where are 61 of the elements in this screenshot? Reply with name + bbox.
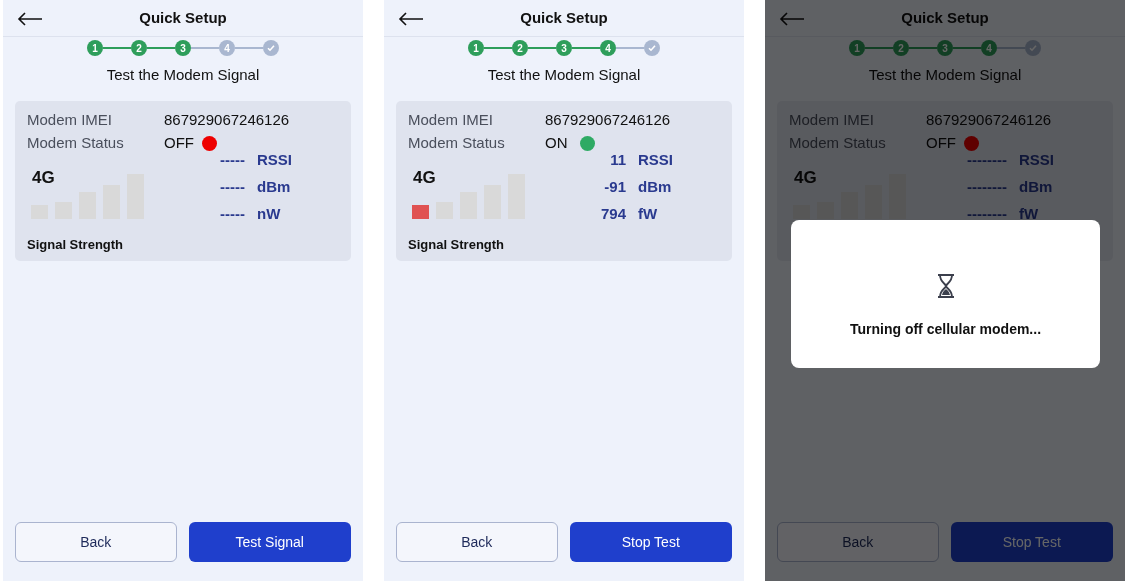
- screen-title: Quick Setup: [139, 8, 227, 29]
- imei-value: 867929067246126: [926, 109, 1052, 130]
- step-indicator: 1: [468, 40, 484, 56]
- step-indicator: 4: [981, 40, 997, 56]
- screen-title: Quick Setup: [520, 8, 608, 29]
- reading-value: 11: [609, 149, 626, 170]
- status-value: ON: [545, 132, 568, 153]
- reading-value: --------: [966, 203, 1007, 224]
- reading-value: -----: [219, 149, 245, 170]
- network-type: 4G: [32, 166, 55, 189]
- step-subtitle: Test the Modem Signal: [867, 65, 1023, 85]
- step-indicator: 2: [131, 40, 147, 56]
- reading-unit: RSSI: [257, 149, 292, 170]
- reading-value: --------: [966, 176, 1007, 197]
- screen-title: Quick Setup: [901, 8, 989, 29]
- hourglass-icon: [935, 273, 956, 299]
- status-label: Modem Status: [408, 132, 506, 153]
- signal-strength-label: Signal Strength: [27, 235, 125, 254]
- step-subtitle: Test the Modem Signal: [105, 65, 261, 85]
- step-indicator: 3: [556, 40, 572, 56]
- step-indicator: 4: [219, 40, 235, 56]
- step-indicator: 2: [512, 40, 528, 56]
- back-button[interactable]: Back: [15, 522, 177, 562]
- reading-unit: fW: [638, 203, 658, 224]
- status-value: OFF: [926, 132, 956, 153]
- primary-button[interactable]: Test Signal: [188, 522, 351, 562]
- step-indicator: 1: [87, 40, 103, 56]
- reading-value: 794: [599, 203, 626, 224]
- imei-label: Modem IMEI: [27, 109, 114, 130]
- step-indicator: 3: [937, 40, 953, 56]
- step-indicator: 3: [175, 40, 191, 56]
- reading-unit: dBm: [638, 176, 672, 197]
- reading-value: -----: [219, 176, 245, 197]
- network-type: 4G: [794, 166, 817, 189]
- step-indicator: 1: [849, 40, 865, 56]
- primary-button[interactable]: Stop Test: [569, 522, 732, 562]
- step-indicator: 4: [600, 40, 616, 56]
- reading-unit: RSSI: [1019, 149, 1054, 170]
- step-subtitle: Test the Modem Signal: [486, 65, 642, 85]
- dialog-message: Turning off cellular modem...: [849, 320, 1042, 339]
- reading-value: -----: [219, 203, 245, 224]
- reading-value: -91: [603, 176, 626, 197]
- back-arrow-icon[interactable]: [17, 12, 43, 26]
- back-button[interactable]: Back: [396, 522, 558, 562]
- reading-unit: RSSI: [638, 149, 673, 170]
- imei-value: 867929067246126: [164, 109, 290, 130]
- status-label: Modem Status: [27, 132, 125, 153]
- imei-value: 867929067246126: [545, 109, 671, 130]
- reading-unit: nW: [257, 203, 281, 224]
- signal-strength-label: Signal Strength: [408, 235, 506, 254]
- status-label: Modem Status: [789, 132, 887, 153]
- reading-unit: fW: [1019, 203, 1039, 224]
- step-indicator: 2: [893, 40, 909, 56]
- reading-unit: dBm: [1019, 176, 1053, 197]
- imei-label: Modem IMEI: [408, 109, 495, 130]
- imei-label: Modem IMEI: [789, 109, 876, 130]
- reading-value: --------: [966, 149, 1007, 170]
- network-type: 4G: [413, 166, 436, 189]
- back-arrow-icon[interactable]: [398, 12, 424, 26]
- status-value: OFF: [164, 132, 194, 153]
- reading-unit: dBm: [257, 176, 291, 197]
